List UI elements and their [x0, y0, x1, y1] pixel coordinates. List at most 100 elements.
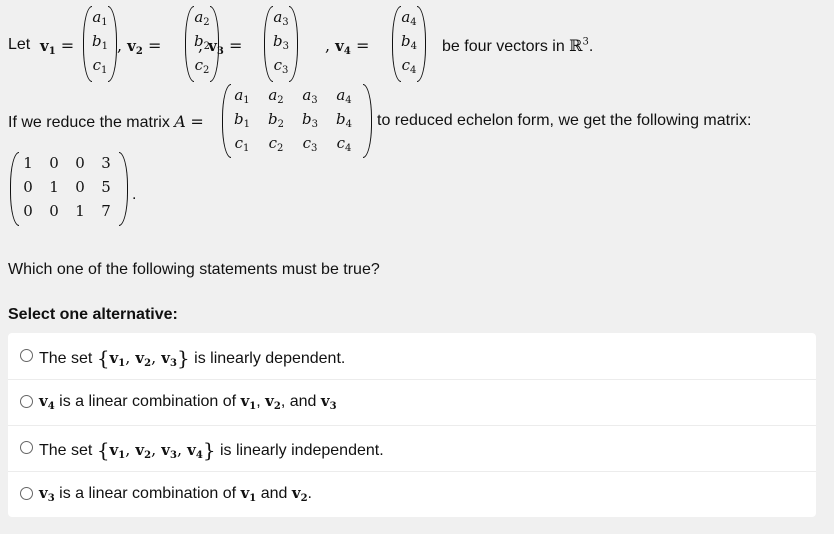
vector-entry: b3: [264, 32, 298, 52]
rref-period: .: [132, 186, 137, 203]
math-symbol: v2: [291, 484, 308, 504]
radio-button[interactable]: [20, 441, 33, 454]
subscript: 3: [282, 17, 289, 28]
matrix-entry: b3: [298, 110, 322, 130]
math-symbol: a3: [302, 86, 318, 106]
comma: ,: [198, 36, 209, 55]
math-symbol: b2: [268, 110, 284, 130]
comma: ,: [151, 440, 162, 459]
subscript: 3: [47, 493, 55, 504]
math-symbol: v1: [109, 349, 126, 369]
matrix-entry: c4: [332, 134, 356, 154]
subscript: 1: [48, 46, 56, 57]
subscript: 3: [311, 95, 318, 106]
math-symbol: c1: [92, 56, 108, 76]
matrix-eq: =: [190, 112, 204, 131]
vector-4: a4 b4 c4: [392, 6, 426, 82]
vector-1: a1 b1 c1: [83, 6, 117, 82]
intro-period: .: [588, 38, 594, 55]
math-symbol: c3: [273, 56, 289, 76]
right-paren: [119, 152, 128, 226]
rref-entry: 0: [75, 178, 85, 196]
subscript: 3: [169, 450, 177, 461]
math-symbol: v1: [240, 484, 257, 504]
option-4[interactable]: v3 is a linear combination of v1 and v2.: [8, 471, 816, 517]
option-text: and: [256, 485, 292, 502]
matrix-entry: c3: [298, 134, 322, 154]
subscript: 2: [277, 95, 284, 106]
radio-button[interactable]: [20, 487, 33, 500]
options-list: The set {v1, v2, v3} is linearly depende…: [8, 333, 816, 517]
rref-entry: 7: [101, 202, 111, 220]
option-text: is linearly dependent.: [189, 350, 346, 367]
radio-button[interactable]: [20, 395, 33, 408]
subscript: 1: [243, 143, 250, 154]
subscript: 3: [311, 119, 318, 130]
option-3[interactable]: The set {v1, v2, v3, v4} is linearly ind…: [8, 425, 816, 472]
real-space-symbol: ℝ3: [569, 36, 589, 55]
math-symbol: v3: [320, 392, 337, 412]
open-brace: {: [96, 438, 110, 462]
subscript: 4: [343, 46, 351, 57]
rref-entry: 0: [23, 178, 33, 196]
vector-entry: c3: [264, 56, 298, 76]
intro-suffix: be four vectors in ℝ3.: [442, 36, 593, 56]
math-symbol: c3: [302, 134, 318, 154]
math-symbol: v4: [335, 37, 351, 57]
comma: ,: [125, 440, 136, 459]
right-paren: [363, 84, 372, 158]
rref-entry: 5: [101, 178, 111, 196]
option-text: is a linear combination of: [54, 485, 241, 502]
rref-entry: 0: [49, 202, 59, 220]
math-symbol: a4: [401, 8, 417, 28]
comma: ,: [125, 348, 136, 367]
reduce-suffix: to reduced echelon form, we get the foll…: [377, 112, 752, 129]
intro-let: Let: [8, 36, 31, 53]
comma: ,: [176, 440, 188, 459]
subscript: 3: [282, 41, 289, 52]
option-text: The set: [39, 350, 97, 367]
matrix-entry: c2: [264, 134, 288, 154]
math-symbol: c4: [401, 56, 417, 76]
math-symbol: v2: [265, 392, 281, 412]
option-label[interactable]: The set {v1, v2, v3, v4} is linearly ind…: [39, 438, 384, 462]
math-symbol: a1: [92, 8, 108, 28]
vector-label: , v3 =: [198, 36, 242, 57]
option-text: and: [289, 393, 321, 410]
math-symbol: c1: [234, 134, 250, 154]
math-symbol: v3: [39, 484, 55, 504]
vector-entry: a3: [264, 8, 298, 28]
subscript: 3: [216, 46, 224, 57]
option-label[interactable]: The set {v1, v2, v3} is linearly depende…: [39, 346, 345, 370]
equals-sign: =: [223, 36, 243, 55]
reals-symbol: ℝ: [569, 36, 583, 55]
matrix-name: A: [174, 112, 186, 131]
subscript: 3: [329, 401, 337, 412]
subscript: 4: [345, 143, 352, 154]
select-label: Select one alternative:: [8, 306, 178, 323]
matrix-entry: a2: [264, 86, 288, 106]
subscript: 1: [243, 95, 250, 106]
subscript: 1: [243, 119, 250, 130]
math-symbol: v2: [127, 37, 143, 57]
subscript: 2: [203, 17, 210, 28]
radio-button[interactable]: [20, 349, 33, 362]
subscript: 3: [169, 358, 177, 369]
comma: ,: [256, 393, 266, 410]
math-symbol: v1: [109, 441, 126, 461]
rref-entry: 1: [23, 154, 33, 172]
vector-label: , v2 =: [117, 36, 161, 57]
option-label[interactable]: v4 is a linear combination of v1, v2, an…: [39, 392, 337, 412]
math-symbol: b1: [92, 32, 108, 52]
matrix-entry: a1: [230, 86, 254, 106]
option-label[interactable]: v3 is a linear combination of v1 and v2.: [39, 484, 312, 504]
option-text: The set: [39, 442, 97, 459]
math-symbol: a2: [194, 8, 210, 28]
close-brace: }: [176, 346, 190, 370]
option-1[interactable]: The set {v1, v2, v3} is linearly depende…: [8, 333, 816, 380]
math-symbol: b1: [234, 110, 250, 130]
subscript: 4: [410, 65, 417, 76]
option-2[interactable]: v4 is a linear combination of v1, v2, an…: [8, 379, 816, 426]
subscript: 1: [101, 17, 108, 28]
vector-label: , v4 =: [325, 36, 369, 57]
